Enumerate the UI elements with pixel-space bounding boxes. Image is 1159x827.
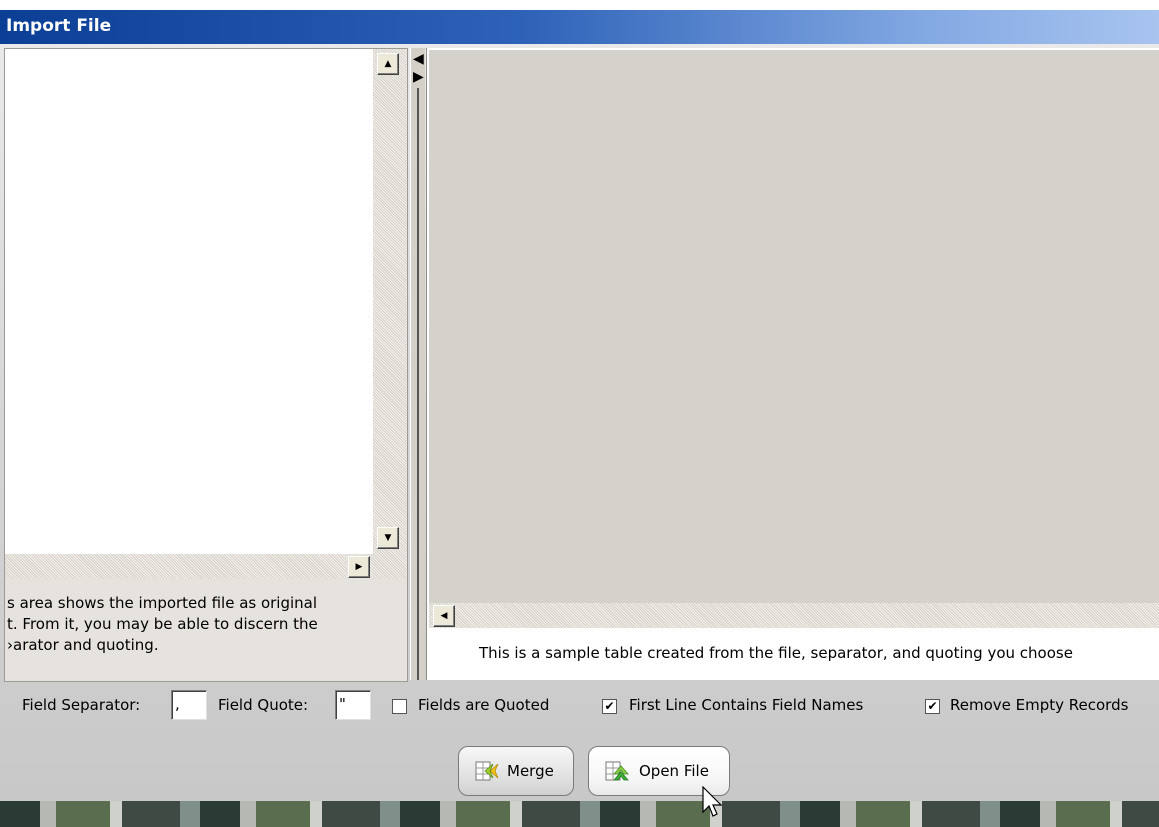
field-separator-label: Field Separator: (22, 696, 141, 714)
fields-quoted-label[interactable]: Fields are Quoted (418, 696, 549, 714)
merge-button[interactable]: Merge (458, 746, 574, 796)
merge-icon (475, 761, 499, 781)
first-line-field-names-label[interactable]: First Line Contains Field Names (629, 696, 863, 714)
window-title-bar: Import File (0, 10, 1159, 44)
pane-splitter[interactable]: ◀ ▶ (410, 48, 425, 680)
remove-empty-records-label[interactable]: Remove Empty Records (950, 696, 1128, 714)
original-file-pane: ▲ ▼ ▶ s area shows the imported file as … (4, 48, 408, 682)
mouse-cursor-icon (702, 786, 723, 817)
first-line-field-names-checkbox[interactable]: ✔ (602, 699, 617, 714)
window-title: Import File (6, 16, 112, 36)
scroll-up-icon[interactable]: ▲ (377, 53, 399, 75)
field-quote-label: Field Quote: (218, 696, 309, 714)
sample-table[interactable] (429, 50, 1159, 603)
collapse-left-icon[interactable]: ◀ (413, 52, 424, 66)
field-quote-input[interactable]: " (335, 690, 371, 720)
sample-table-pane: ◀ This is a sample table created from th… (426, 48, 1159, 680)
expand-right-icon[interactable]: ▶ (413, 70, 424, 84)
field-separator-input[interactable]: , (171, 690, 207, 720)
scroll-right-icon[interactable]: ▶ (348, 556, 370, 578)
remove-empty-records-checkbox[interactable]: ✔ (925, 699, 940, 714)
original-file-description: s area shows the imported file as origin… (7, 594, 318, 654)
open-file-button-label: Open File (639, 762, 709, 780)
scroll-left-icon[interactable]: ◀ (433, 605, 455, 627)
scroll-down-icon[interactable]: ▼ (377, 527, 399, 549)
splitter-line (417, 88, 419, 680)
sample-table-horizontal-scrollbar[interactable]: ◀ (429, 603, 1159, 628)
sample-table-description: This is a sample table created from the … (479, 644, 1073, 662)
original-file-vertical-scrollbar[interactable]: ▲ ▼ (373, 49, 406, 579)
open-file-icon (605, 761, 629, 781)
fields-quoted-checkbox[interactable] (392, 699, 407, 714)
background-photo-strip (0, 801, 1159, 827)
merge-button-label: Merge (507, 762, 554, 780)
original-file-text-area[interactable] (5, 49, 373, 554)
original-file-horizontal-scrollbar[interactable]: ▶ (5, 554, 373, 579)
